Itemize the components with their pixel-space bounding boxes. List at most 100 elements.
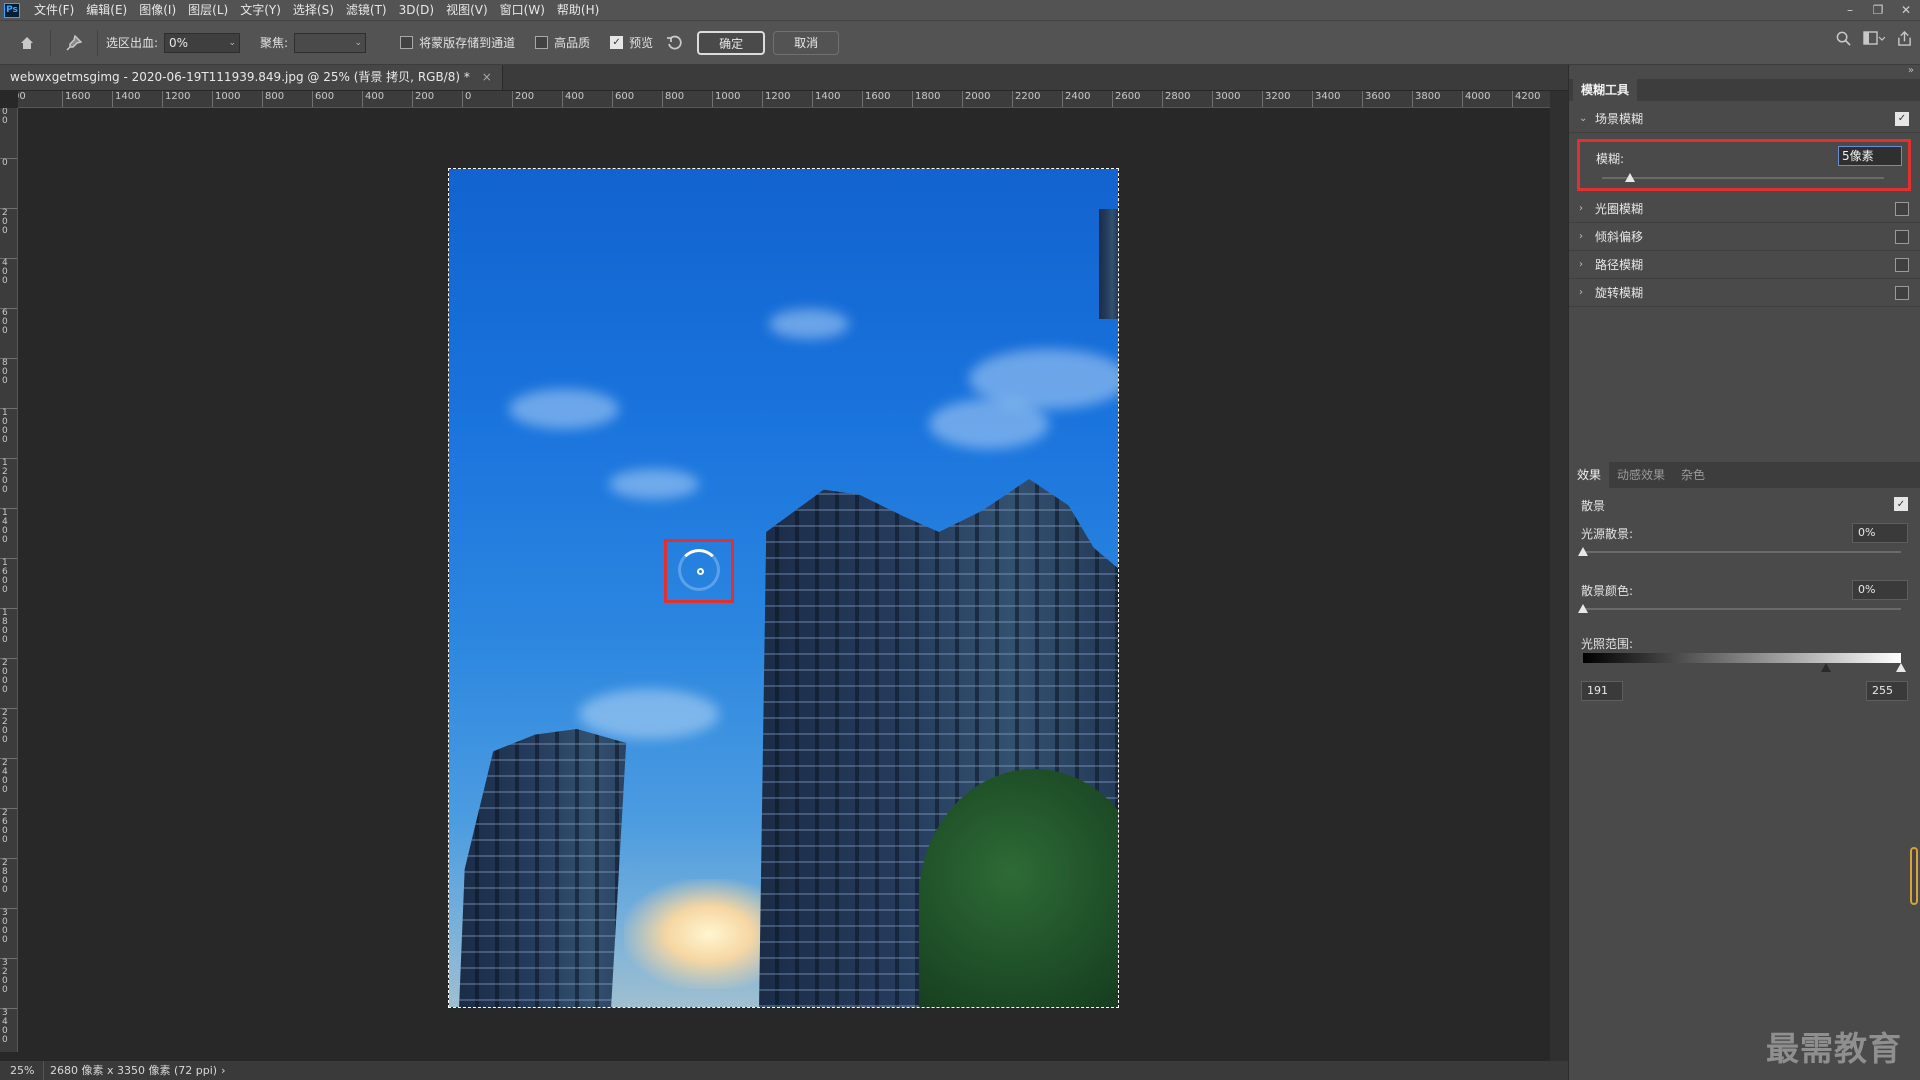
share-icon[interactable] xyxy=(1897,30,1912,50)
light-bokeh-slider-thumb[interactable] xyxy=(1578,547,1588,556)
tab-motion-effects[interactable]: 动感效果 xyxy=(1609,462,1673,488)
tab-noise[interactable]: 杂色 xyxy=(1673,462,1713,488)
ruler-tick-label: 2600 xyxy=(1112,91,1140,107)
light-bokeh-input[interactable]: 0% xyxy=(1852,523,1908,543)
home-icon[interactable] xyxy=(12,28,42,58)
light-range-high-thumb[interactable] xyxy=(1896,663,1906,672)
ruler-tick-label: 600 xyxy=(612,91,634,107)
blur-amount-slider-track[interactable] xyxy=(1602,177,1884,179)
restore-button[interactable]: ❐ xyxy=(1864,0,1892,20)
chevron-right-icon[interactable]: › xyxy=(1579,287,1595,298)
ruler-tick-label: 2800 xyxy=(0,858,17,895)
menu-help[interactable]: 帮助(H) xyxy=(551,0,605,20)
bokeh-color-slider-track[interactable] xyxy=(1583,608,1901,610)
path-blur-row[interactable]: › 路径模糊 xyxy=(1569,251,1920,279)
blur-pin-tool-icon[interactable] xyxy=(59,28,89,58)
field-blur-checkbox[interactable]: ✓ xyxy=(1895,111,1909,126)
light-range-low-thumb[interactable] xyxy=(1821,663,1831,672)
ruler-tick-label: 3600 xyxy=(1362,91,1390,107)
chevron-down-icon[interactable]: ⌄ xyxy=(1579,113,1595,124)
vertical-ruler[interactable]: 2000200400600800100012001400160018002000… xyxy=(0,108,18,1052)
light-range-gradient[interactable] xyxy=(1583,653,1901,663)
options-right-tools xyxy=(1836,30,1912,50)
workspace-icon[interactable] xyxy=(1863,31,1886,50)
blur-pin-center-icon[interactable] xyxy=(697,568,704,575)
menu-layer[interactable]: 图层(L) xyxy=(182,0,234,20)
collapse-panel-icon[interactable]: » xyxy=(1908,65,1914,76)
iris-blur-row[interactable]: › 光圈模糊 xyxy=(1569,195,1920,223)
tab-effects[interactable]: 效果 xyxy=(1569,462,1610,488)
status-menu-arrow-icon[interactable]: › xyxy=(217,1061,225,1080)
bokeh-color-slider-thumb[interactable] xyxy=(1578,604,1588,613)
close-window-button[interactable]: ✕ xyxy=(1892,0,1920,20)
menu-edit[interactable]: 编辑(E) xyxy=(80,0,133,20)
preview-checkbox[interactable]: ✓ xyxy=(610,36,624,49)
bokeh-color-input[interactable]: 0% xyxy=(1852,580,1908,600)
ruler-tick-label: 0 xyxy=(0,158,17,188)
chevron-right-icon[interactable]: › xyxy=(1579,203,1595,214)
cancel-button[interactable]: 取消 xyxy=(773,30,840,55)
canvas-area[interactable] xyxy=(18,108,1550,1061)
menu-view[interactable]: 视图(V) xyxy=(440,0,494,20)
light-range-low-input[interactable]: 191 xyxy=(1581,681,1623,701)
blur-amount-slider-thumb[interactable] xyxy=(1625,173,1636,182)
menu-window[interactable]: 窗口(W) xyxy=(494,0,551,20)
spin-blur-checkbox[interactable] xyxy=(1895,285,1909,300)
blur-amount-input[interactable]: 5像素 xyxy=(1838,146,1902,166)
ruler-tick-label: 200 xyxy=(512,91,534,107)
chevron-right-icon[interactable]: › xyxy=(1579,259,1595,270)
tab-blur-tools[interactable]: 模糊工具 xyxy=(1573,79,1638,101)
spin-blur-row[interactable]: › 旋转模糊 xyxy=(1569,279,1920,307)
field-blur-row[interactable]: ⌄ 场景模糊 ✓ xyxy=(1569,105,1920,133)
selection-bleed-label: 选区出血: xyxy=(106,36,159,50)
bokeh-checkbox[interactable]: ✓ xyxy=(1894,497,1908,511)
menu-file[interactable]: 文件(F) xyxy=(28,0,80,20)
save-mask-checkbox[interactable] xyxy=(400,36,414,49)
ruler-tick-label: 800 xyxy=(662,91,684,107)
ruler-tick-label: 3200 xyxy=(0,958,17,995)
focus-label: 聚焦: xyxy=(260,36,289,50)
ruler-tick-label: 2600 xyxy=(0,808,17,845)
focus-select[interactable]: ⌄ xyxy=(294,32,367,53)
panel-scrollbar-thumb[interactable] xyxy=(1910,847,1918,905)
effects-tab-row: 效果 动感效果 杂色 xyxy=(1569,462,1920,488)
menu-3d[interactable]: 3D(D) xyxy=(393,0,440,20)
ruler-tick-label: 800 xyxy=(262,91,284,107)
ruler-tick-label: 1200 xyxy=(162,91,190,107)
document-tab[interactable]: webwxgetmsgimg - 2020-06-19T111939.849.j… xyxy=(0,65,503,90)
light-bokeh-slider-track[interactable] xyxy=(1583,551,1901,553)
iris-blur-checkbox[interactable] xyxy=(1895,201,1909,216)
tilt-shift-row[interactable]: › 倾斜偏移 xyxy=(1569,223,1920,251)
path-blur-checkbox[interactable] xyxy=(1895,257,1909,272)
panel-tab-row: 模糊工具 xyxy=(1569,79,1920,101)
ruler-tick-label: 1200 xyxy=(762,91,790,107)
search-icon[interactable] xyxy=(1836,31,1851,50)
tilt-shift-checkbox[interactable] xyxy=(1895,229,1909,244)
cloud xyxy=(509,389,619,429)
document-image[interactable] xyxy=(448,168,1119,1008)
minimize-button[interactable]: – xyxy=(1836,0,1864,20)
menu-type[interactable]: 文字(Y) xyxy=(234,0,287,20)
chevron-right-icon[interactable]: › xyxy=(1579,231,1595,242)
canvas-vertical-scrollbar[interactable] xyxy=(1550,91,1568,1061)
light-range-high-input[interactable]: 255 xyxy=(1866,681,1908,701)
blur-amount-label: 模糊: xyxy=(1596,152,1625,166)
selection-bleed-select[interactable]: 0% ⌄ xyxy=(164,32,241,53)
horizontal-ruler[interactable]: 0016001400120010008006004002000200400600… xyxy=(18,91,1550,108)
reset-pins-icon[interactable] xyxy=(659,28,689,58)
close-tab-icon[interactable]: × xyxy=(482,70,492,84)
blur-amount-highlight: 模糊: 5像素 xyxy=(1577,139,1911,191)
menu-image[interactable]: 图像(I) xyxy=(133,0,182,20)
menu-select[interactable]: 选择(S) xyxy=(287,0,340,20)
ok-button[interactable]: 确定 xyxy=(697,30,766,55)
high-quality-checkbox[interactable] xyxy=(535,36,549,49)
document-tab-bar: webwxgetmsgimg - 2020-06-19T111939.849.j… xyxy=(0,65,1568,90)
menu-filter[interactable]: 滤镜(T) xyxy=(340,0,393,20)
ruler-tick-label: 2200 xyxy=(0,708,17,745)
zoom-level[interactable]: 25% xyxy=(0,1061,44,1080)
ruler-tick-label: 1600 xyxy=(0,558,17,595)
ruler-tick-label: 1800 xyxy=(0,608,17,645)
ruler-tick-label: 1600 xyxy=(862,91,890,107)
bokeh-color-label: 散景颜色: xyxy=(1581,584,1634,598)
blur-ring-handle-icon[interactable] xyxy=(678,549,720,591)
